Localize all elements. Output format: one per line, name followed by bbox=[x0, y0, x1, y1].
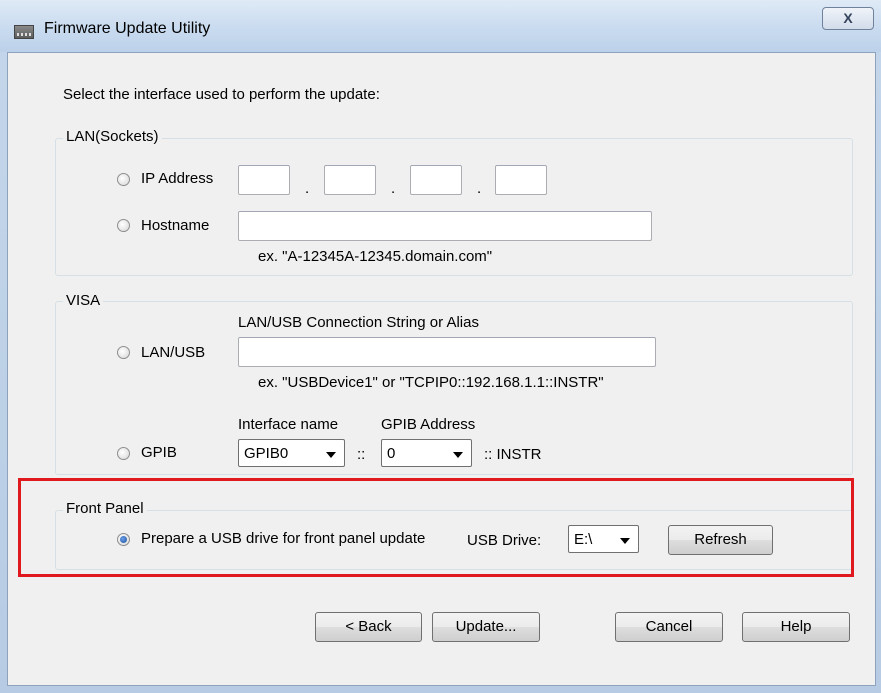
help-button[interactable]: Help bbox=[742, 612, 850, 642]
interface-name-label: Interface name bbox=[238, 416, 339, 433]
interface-name-value: GPIB0 bbox=[244, 445, 289, 462]
front-panel-highlight bbox=[18, 478, 854, 577]
cancel-button[interactable]: Cancel bbox=[615, 612, 723, 642]
ip-separator: . bbox=[305, 180, 310, 197]
chevron-down-icon bbox=[453, 452, 463, 458]
lan-usb-example: ex. "USBDevice1" or "TCPIP0::192.168.1.1… bbox=[258, 374, 604, 391]
instruction-text: Select the interface used to perform the… bbox=[63, 86, 380, 103]
back-button[interactable]: < Back bbox=[315, 612, 422, 642]
ip-octet-1-input[interactable] bbox=[238, 165, 290, 195]
app-icon bbox=[14, 25, 34, 39]
hostname-input[interactable] bbox=[238, 211, 652, 241]
address-separator: :: bbox=[357, 446, 366, 463]
title-bar[interactable]: Firmware Update Utility X bbox=[0, 0, 881, 52]
chevron-down-icon bbox=[326, 452, 336, 458]
ip-separator: . bbox=[477, 180, 482, 197]
lan-usb-radio[interactable] bbox=[117, 346, 130, 359]
gpib-address-select[interactable]: 0 bbox=[381, 439, 472, 467]
ip-octet-3-input[interactable] bbox=[410, 165, 462, 195]
update-button[interactable]: Update... bbox=[432, 612, 540, 642]
gpib-address-label: GPIB Address bbox=[381, 416, 476, 433]
hostname-example: ex. "A-12345A-12345.domain.com" bbox=[258, 248, 493, 265]
ip-address-radio[interactable] bbox=[117, 173, 130, 186]
gpib-radio[interactable] bbox=[117, 447, 130, 460]
window-title: Firmware Update Utility bbox=[44, 20, 211, 37]
lan-sockets-group-label: LAN(Sockets) bbox=[63, 128, 162, 145]
ip-address-label: IP Address bbox=[141, 170, 214, 187]
visa-group-label: VISA bbox=[63, 292, 104, 309]
hostname-radio[interactable] bbox=[117, 219, 130, 232]
firmware-update-window: Firmware Update Utility X Select the int… bbox=[0, 0, 881, 693]
interface-name-select[interactable]: GPIB0 bbox=[238, 439, 345, 467]
ip-separator: . bbox=[391, 180, 396, 197]
lan-usb-label: LAN/USB bbox=[141, 344, 206, 361]
gpib-address-value: 0 bbox=[387, 445, 396, 462]
ip-octet-4-input[interactable] bbox=[495, 165, 547, 195]
hostname-label: Hostname bbox=[141, 217, 210, 234]
connection-string-input[interactable] bbox=[238, 337, 656, 367]
gpib-label: GPIB bbox=[141, 444, 177, 461]
instr-suffix: :: INSTR bbox=[484, 446, 542, 463]
connection-string-label: LAN/USB Connection String or Alias bbox=[238, 314, 479, 331]
close-button[interactable]: X bbox=[822, 7, 874, 30]
ip-octet-2-input[interactable] bbox=[324, 165, 376, 195]
